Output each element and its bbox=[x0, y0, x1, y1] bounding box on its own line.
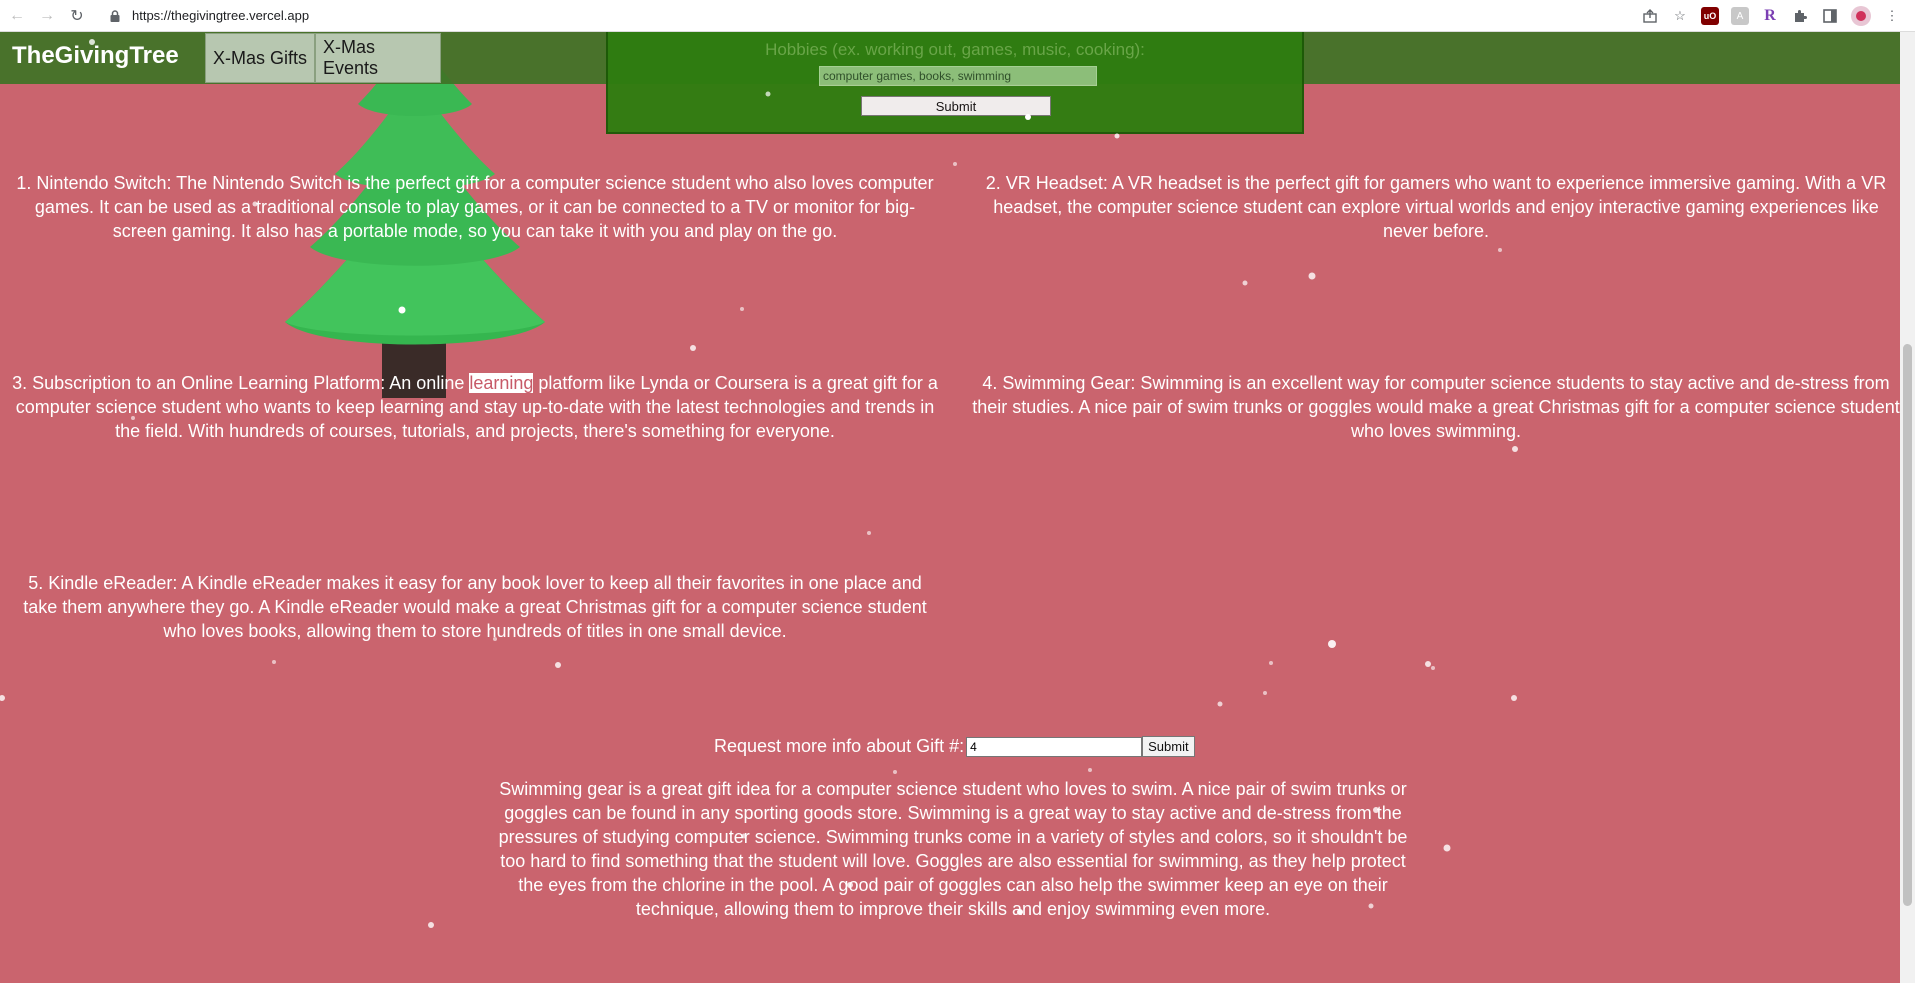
gift-suggestion-2: 2. VR Headset: A VR headset is the perfe… bbox=[985, 173, 1887, 241]
back-arrow-icon[interactable]: ← bbox=[4, 3, 30, 29]
page-viewport: Hobbies (ex. working out, games, music, … bbox=[0, 32, 1900, 983]
hobby-submit-button[interactable]: Submit bbox=[861, 96, 1051, 116]
forward-arrow-icon[interactable]: → bbox=[34, 3, 60, 29]
request-submit-button[interactable]: Submit bbox=[1142, 736, 1195, 757]
url-text: https://thegivingtree.vercel.app bbox=[132, 8, 310, 23]
request-info-label: Request more info about Gift #: bbox=[714, 736, 965, 756]
gift-info-text: Swimming gear is a great gift idea for a… bbox=[498, 779, 1408, 919]
kebab-menu-icon[interactable]: ⋮ bbox=[1883, 7, 1901, 25]
gift-suggestion-5: 5. Kindle eReader: A Kindle eReader make… bbox=[23, 573, 927, 641]
star-icon[interactable]: ☆ bbox=[1671, 7, 1689, 25]
r-extension-icon[interactable]: R bbox=[1761, 7, 1779, 25]
scrollbar-thumb[interactable] bbox=[1903, 344, 1912, 906]
gift-3-text-start: 3. Subscription to an Online Learning Pl… bbox=[12, 373, 470, 393]
side-panel-icon[interactable] bbox=[1821, 7, 1839, 25]
gift-suggestion-3: 3. Subscription to an Online Learning Pl… bbox=[10, 371, 940, 443]
browser-toolbar: ← → ↻ https://thegivingtree.vercel.app ☆… bbox=[0, 0, 1915, 32]
request-info-form: Request more info about Gift #: Submit bbox=[714, 736, 1195, 757]
gift-suggestion-4: 4. Swimming Gear: Swimming is an excelle… bbox=[972, 373, 1900, 441]
text-selection-highlight: learning bbox=[469, 373, 534, 393]
reload-icon[interactable]: ↻ bbox=[64, 3, 90, 29]
extension-icon[interactable]: A bbox=[1731, 7, 1749, 25]
puzzle-icon[interactable] bbox=[1791, 7, 1809, 25]
page-scrollbar[interactable] bbox=[1900, 32, 1915, 983]
gift-suggestion-1: 1. Nintendo Switch: The Nintendo Switch … bbox=[16, 173, 934, 241]
tab-xmas-events[interactable]: X-Mas Events bbox=[315, 33, 441, 83]
hobby-form: Hobbies (ex. working out, games, music, … bbox=[606, 32, 1304, 134]
gift-number-input[interactable] bbox=[966, 736, 1143, 757]
address-bar[interactable]: https://thegivingtree.vercel.app bbox=[108, 4, 1608, 28]
tab-xmas-gifts[interactable]: X-Mas Gifts bbox=[205, 33, 315, 83]
hobby-label: Hobbies (ex. working out, games, music, … bbox=[765, 40, 1145, 59]
browser-actions: ☆ uO A R ⋮ bbox=[1641, 0, 1915, 32]
site-logo[interactable]: TheGivingTree bbox=[12, 42, 179, 70]
lock-icon bbox=[110, 9, 120, 22]
profile-avatar-icon[interactable] bbox=[1851, 6, 1871, 26]
share-icon[interactable] bbox=[1641, 7, 1659, 25]
hobby-input[interactable] bbox=[819, 66, 1097, 86]
ublock-icon[interactable]: uO bbox=[1701, 7, 1719, 25]
